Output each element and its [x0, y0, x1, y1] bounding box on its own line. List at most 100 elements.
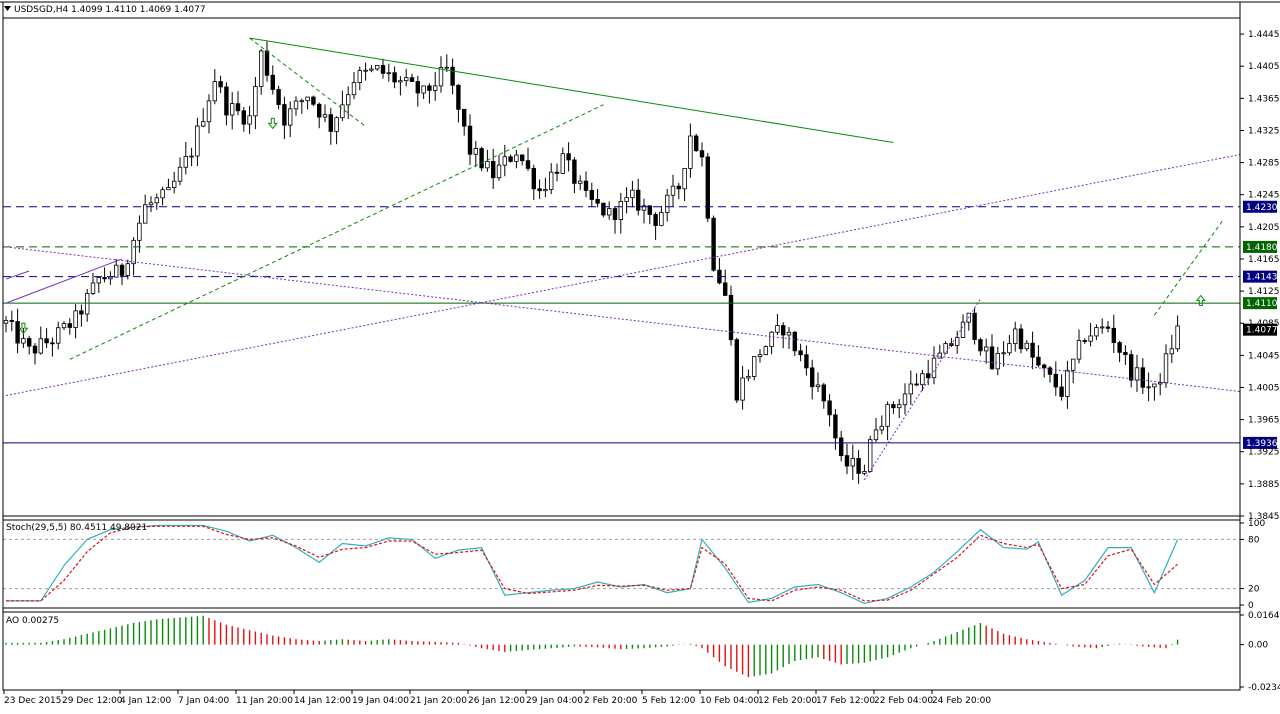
- candle-body: [26, 338, 32, 347]
- candle-body: [38, 338, 43, 354]
- price-tick-label: 1.3885: [1248, 480, 1280, 490]
- candle-body: [839, 437, 844, 457]
- level-tag-text: 1.3936: [1246, 439, 1278, 449]
- candle-body: [694, 135, 699, 152]
- candle-body: [403, 77, 409, 82]
- candle-body: [73, 310, 78, 328]
- candle-body: [171, 180, 177, 188]
- candle-body: [792, 331, 797, 352]
- price-tick-label: 1.4245: [1248, 191, 1280, 201]
- candle-body: [461, 108, 467, 127]
- candle-body: [1158, 382, 1163, 385]
- candle-body: [258, 50, 264, 87]
- candle-body: [270, 74, 275, 90]
- level-tag-text: 1.4143: [1246, 273, 1278, 283]
- candle-body: [931, 357, 937, 379]
- candle: [711, 215, 716, 272]
- price-tick-label: 1.4325: [1248, 126, 1280, 136]
- price-tick-label: 1.4005: [1248, 383, 1280, 393]
- time-tick-label: 12 Feb 20:00: [758, 696, 817, 706]
- candle-body: [490, 160, 496, 179]
- candle: [752, 356, 757, 381]
- candle-body: [821, 384, 826, 402]
- candle-body: [67, 323, 72, 328]
- candle-body: [148, 202, 154, 206]
- candle-body: [972, 312, 977, 341]
- candle-body: [467, 125, 473, 155]
- candle-body: [618, 200, 623, 220]
- candle-body: [1071, 358, 1076, 371]
- candle-body: [659, 212, 664, 226]
- candle-body: [804, 354, 809, 369]
- price-tick-label: 1.3925: [1248, 448, 1280, 458]
- candle-body: [676, 185, 681, 190]
- candle-body: [322, 114, 328, 118]
- candle-body: [32, 345, 38, 354]
- candle-body: [102, 277, 107, 280]
- candle: [972, 308, 977, 345]
- candle: [763, 345, 768, 356]
- candle-body: [1175, 325, 1180, 350]
- candle-body: [44, 338, 49, 344]
- price-tick-label: 1.4045: [1248, 351, 1280, 361]
- candle-body: [978, 339, 983, 352]
- candle-body: [752, 356, 757, 377]
- time-tick-label: 29 Dec 12:00: [62, 696, 123, 706]
- candle-body: [1105, 326, 1111, 329]
- candle-body: [409, 77, 415, 82]
- candle-body: [311, 96, 316, 105]
- candle-body: [769, 331, 774, 348]
- price-tick-label: 1.4125: [1248, 287, 1280, 297]
- candle-body: [1013, 328, 1018, 344]
- candle-body: [833, 414, 838, 439]
- candle-body: [572, 159, 577, 184]
- candle-body: [253, 86, 258, 117]
- candle-body: [340, 104, 345, 119]
- candle-body: [276, 89, 281, 105]
- chart-svg[interactable]: 1.4445 1.4405 1.4365 1.4325 1.4285 1.4245 1.42…: [0, 0, 1280, 710]
- candle-body: [879, 425, 884, 431]
- candle-body: [1117, 342, 1122, 353]
- candle-body: [1030, 342, 1035, 358]
- candle-body: [119, 264, 125, 276]
- candle: [1018, 324, 1024, 354]
- stoch-tick-label: 80: [1248, 535, 1260, 545]
- candle-body: [1082, 340, 1087, 342]
- price-tick-label: 1.4205: [1248, 223, 1280, 233]
- candle-body: [85, 293, 90, 315]
- candle-body: [374, 65, 380, 70]
- candle-body: [473, 148, 478, 155]
- candle-body: [647, 205, 652, 215]
- candle-body: [50, 342, 55, 345]
- candle-body: [9, 320, 14, 322]
- price-tick-label: 1.4165: [1248, 255, 1280, 265]
- candle-body: [537, 188, 542, 192]
- candle-body: [885, 404, 890, 427]
- ao-tick-label: 0.0164: [1248, 611, 1280, 621]
- trading-chart[interactable]: 1.4445 1.4405 1.4365 1.4325 1.4285 1.4245 1.42…: [0, 0, 1280, 710]
- candle-body: [601, 202, 606, 216]
- price-tick-label: 1.4285: [1248, 159, 1280, 169]
- candle-body: [688, 135, 693, 169]
- candle-body: [589, 189, 594, 200]
- candle-body: [1134, 367, 1140, 381]
- candle-body: [1018, 328, 1024, 350]
- candle-body: [177, 166, 183, 182]
- candle: [705, 152, 710, 222]
- candle-body: [989, 346, 995, 370]
- candle-body: [1129, 354, 1134, 381]
- time-tick-label: 29 Jan 04:00: [526, 696, 583, 706]
- candle-body: [1042, 364, 1047, 369]
- candle-body: [299, 100, 304, 103]
- stoch-tick-label: 0: [1248, 601, 1254, 611]
- candle-body: [1059, 386, 1064, 397]
- ao-label: AO 0.00275: [6, 616, 59, 626]
- candle-body: [392, 72, 397, 83]
- candle-body: [508, 156, 513, 162]
- candle-body: [514, 154, 519, 162]
- chart-background: [0, 0, 1280, 710]
- candle-body: [160, 189, 165, 199]
- candle: [311, 95, 316, 107]
- candle-body: [1100, 326, 1105, 329]
- candle-body: [229, 103, 235, 116]
